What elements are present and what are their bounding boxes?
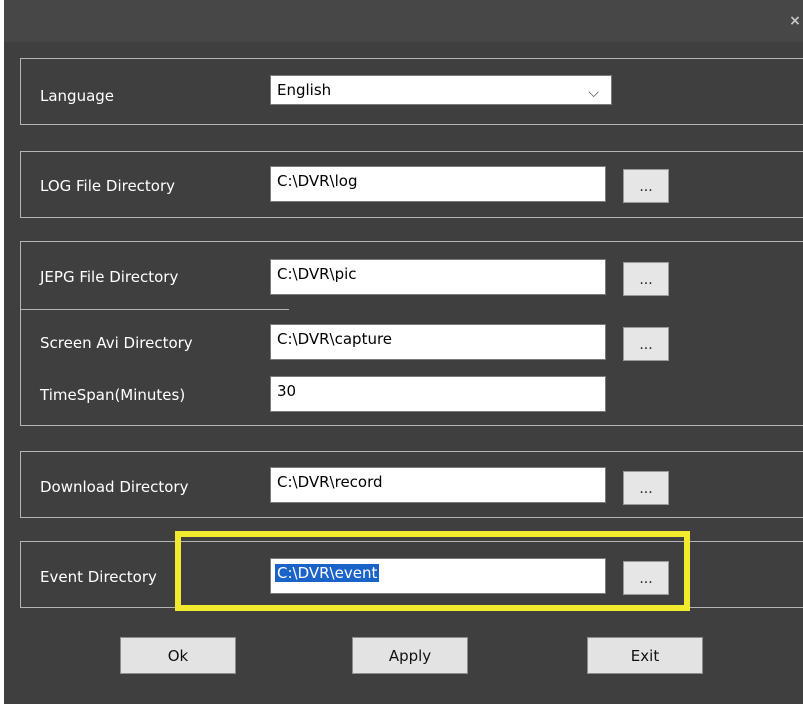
timespan-label: TimeSpan(Minutes) (40, 386, 186, 404)
jpeg-directory-browse-button[interactable]: ... (623, 262, 669, 296)
jpeg-directory-input[interactable]: C:\DVR\pic (270, 259, 606, 295)
log-directory-value: C:\DVR\log (277, 172, 358, 190)
ok-button[interactable]: Ok (120, 637, 236, 674)
avi-directory-browse-button[interactable]: ... (623, 327, 669, 361)
title-bar: × (4, 0, 803, 42)
jpeg-directory-label: JEPG File Directory (40, 268, 179, 286)
timespan-input[interactable]: 30 (270, 376, 606, 412)
apply-button[interactable]: Apply (352, 637, 468, 674)
settings-dialog: × Language English ⌵ LOG File Directory … (4, 0, 803, 704)
download-directory-browse-button[interactable]: ... (623, 471, 669, 505)
log-directory-group: LOG File Directory C:\DVR\log ... (20, 151, 803, 218)
capture-directory-group: JEPG File Directory C:\DVR\pic ... Scree… (20, 241, 803, 426)
avi-directory-value: C:\DVR\capture (277, 330, 393, 348)
close-icon[interactable]: × (787, 10, 803, 32)
jpeg-directory-value: C:\DVR\pic (277, 265, 357, 283)
language-label: Language (40, 87, 115, 105)
timespan-value: 30 (277, 382, 297, 400)
download-directory-group: Download Directory C:\DVR\record ... (20, 451, 803, 518)
language-select-value: English (277, 81, 332, 99)
avi-directory-label: Screen Avi Directory (40, 334, 193, 352)
log-directory-label: LOG File Directory (40, 177, 176, 195)
highlight-annotation (175, 531, 690, 611)
language-group: Language English ⌵ (20, 58, 803, 125)
log-directory-browse-button[interactable]: ... (623, 169, 669, 203)
log-directory-input[interactable]: C:\DVR\log (270, 166, 606, 202)
event-directory-label: Event Directory (40, 568, 157, 586)
chevron-down-icon: ⌵ (588, 85, 599, 101)
exit-button[interactable]: Exit (587, 637, 703, 674)
download-directory-value: C:\DVR\record (277, 473, 383, 491)
avi-directory-input[interactable]: C:\DVR\capture (270, 324, 606, 360)
language-select[interactable]: English ⌵ (270, 75, 612, 105)
download-directory-label: Download Directory (40, 478, 189, 496)
download-directory-input[interactable]: C:\DVR\record (270, 467, 606, 503)
group-divider (21, 309, 289, 310)
